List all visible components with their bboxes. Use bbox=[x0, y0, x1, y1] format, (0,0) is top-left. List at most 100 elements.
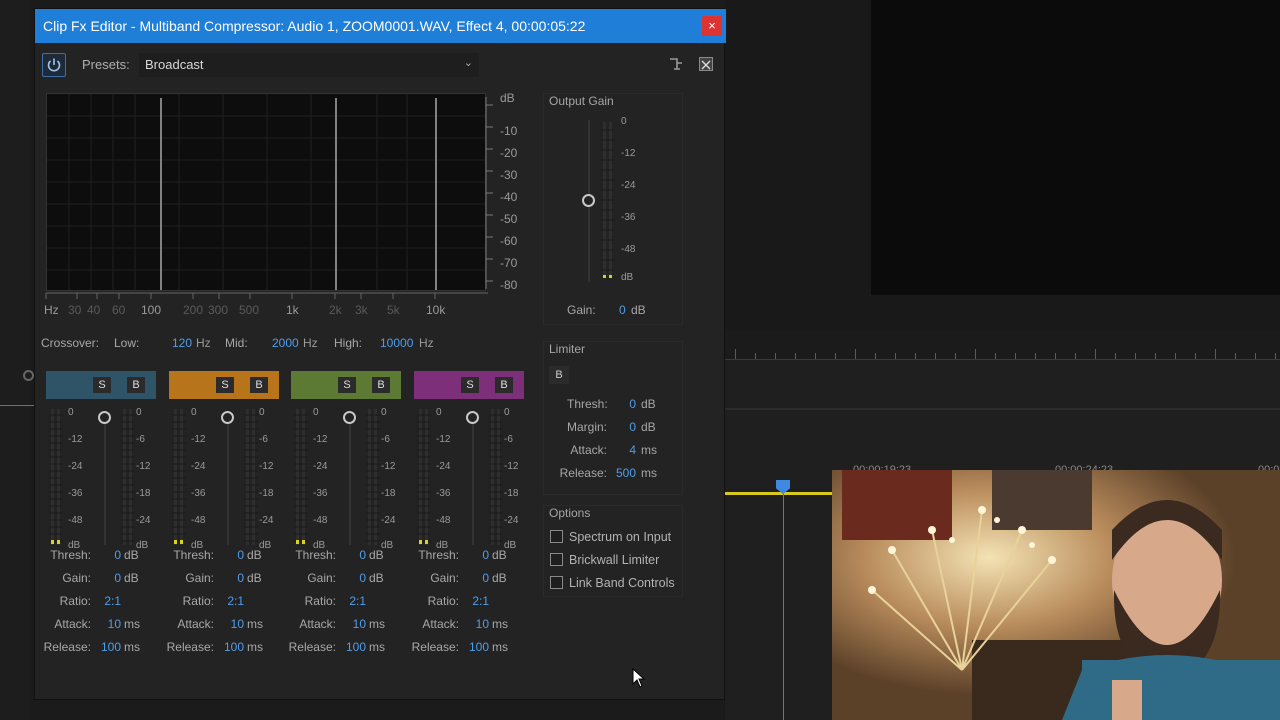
crossover-mid-value[interactable]: 2000 bbox=[272, 336, 299, 350]
presets-dropdown[interactable]: Broadcast ⌄ bbox=[139, 53, 479, 77]
db-label: -50 bbox=[500, 212, 518, 226]
freq-label: 2k bbox=[329, 303, 342, 317]
checkbox-icon[interactable] bbox=[550, 530, 563, 543]
meter-scale-label: 0 bbox=[259, 407, 265, 418]
meter-scale-label: -18 bbox=[504, 488, 519, 499]
limiter-thresh-value[interactable]: 0 bbox=[626, 397, 636, 411]
meter-scale-label: -24 bbox=[136, 515, 151, 526]
spectrum-db-scale: dB -10 -20 -30 -40 -50 -60 -70 -80 bbox=[483, 91, 523, 293]
ruler-tick bbox=[895, 353, 896, 359]
param-value[interactable]: 100 bbox=[344, 640, 366, 654]
checkbox-icon[interactable] bbox=[550, 553, 563, 566]
band-solo-button[interactable]: S bbox=[338, 377, 356, 393]
output-gain-value[interactable]: 0 bbox=[619, 303, 626, 317]
freq-label: 60 bbox=[112, 303, 126, 317]
threshold-slider-track[interactable] bbox=[472, 411, 474, 545]
ruler-tick bbox=[1215, 349, 1216, 359]
keyframe-toggle-icon[interactable] bbox=[23, 370, 34, 381]
background-panel-left bbox=[0, 0, 30, 720]
param-value[interactable]: 10 bbox=[344, 617, 366, 631]
band-param-attack: Attack: 10 ms bbox=[158, 617, 288, 631]
param-value[interactable]: 0 bbox=[344, 571, 366, 585]
param-label: Release: bbox=[166, 640, 214, 654]
band-bypass-button[interactable]: B bbox=[250, 377, 268, 393]
meter-scale-label: -12 bbox=[381, 461, 396, 472]
band-solo-button[interactable]: S bbox=[216, 377, 234, 393]
param-value[interactable]: 0 bbox=[222, 571, 244, 585]
dialog-titlebar[interactable]: Clip Fx Editor - Multiband Compressor: A… bbox=[35, 9, 726, 43]
param-value[interactable]: 0 bbox=[222, 548, 244, 562]
param-value[interactable]: 2:1 bbox=[222, 594, 244, 608]
limiter-margin-value[interactable]: 0 bbox=[626, 420, 636, 434]
power-toggle-button[interactable] bbox=[42, 53, 66, 77]
frequency-spectrum-graph[interactable] bbox=[46, 93, 486, 291]
output-scale-label: dB bbox=[621, 272, 634, 283]
band-param-thresh: Thresh: 0 dB bbox=[280, 548, 410, 562]
freq-label: 30 bbox=[68, 303, 82, 317]
param-value[interactable]: 0 bbox=[467, 571, 489, 585]
crossover-high-value[interactable]: 10000 bbox=[380, 336, 413, 350]
freq-label: 200 bbox=[183, 303, 204, 317]
limiter-bypass-button[interactable]: B bbox=[549, 366, 569, 384]
limiter-release-value[interactable]: 500 bbox=[615, 466, 636, 480]
threshold-slider-knob[interactable] bbox=[466, 411, 479, 424]
param-label: Thresh: bbox=[295, 548, 336, 562]
band-bypass-button[interactable]: B bbox=[495, 377, 513, 393]
playhead-line[interactable] bbox=[783, 492, 784, 720]
param-value[interactable]: 100 bbox=[222, 640, 244, 654]
band-solo-button[interactable]: S bbox=[93, 377, 111, 393]
param-label: Gain: bbox=[430, 571, 459, 585]
param-unit: dB bbox=[492, 571, 507, 585]
meter-scale-label: -24 bbox=[68, 461, 83, 472]
work-area-bar[interactable] bbox=[725, 492, 835, 495]
options-title: Options bbox=[549, 506, 591, 520]
routing-icon[interactable] bbox=[667, 55, 685, 73]
link-band-controls-checkbox[interactable]: Link Band Controls bbox=[550, 576, 675, 590]
param-label: Attack: bbox=[54, 617, 91, 631]
meter-scale-label: 0 bbox=[191, 407, 197, 418]
output-gain-slider-knob[interactable] bbox=[582, 194, 595, 207]
param-value[interactable]: 0 bbox=[99, 548, 121, 562]
param-value[interactable]: 100 bbox=[99, 640, 121, 654]
output-gain-title: Output Gain bbox=[549, 94, 614, 108]
band-solo-button[interactable]: S bbox=[461, 377, 479, 393]
checkbox-icon[interactable] bbox=[550, 576, 563, 589]
output-scale-label: -12 bbox=[621, 148, 636, 159]
param-value[interactable]: 2:1 bbox=[99, 594, 121, 608]
param-value[interactable]: 0 bbox=[467, 548, 489, 562]
remove-effect-icon[interactable] bbox=[699, 57, 713, 71]
band-param-ratio: Ratio: 2:1 bbox=[403, 594, 533, 608]
threshold-slider-track[interactable] bbox=[104, 411, 106, 545]
brickwall-limiter-checkbox[interactable]: Brickwall Limiter bbox=[550, 553, 659, 567]
db-label: -70 bbox=[500, 256, 518, 270]
param-value[interactable]: 10 bbox=[99, 617, 121, 631]
param-value[interactable]: 0 bbox=[344, 548, 366, 562]
timeline-ruler[interactable] bbox=[725, 338, 1280, 360]
spectrum-on-input-checkbox[interactable]: Spectrum on Input bbox=[550, 530, 671, 544]
threshold-slider-knob[interactable] bbox=[98, 411, 111, 424]
band-param-attack: Attack: 10 ms bbox=[35, 617, 165, 631]
param-value[interactable]: 100 bbox=[467, 640, 489, 654]
crossover-label: Crossover: bbox=[41, 336, 100, 350]
threshold-slider-track[interactable] bbox=[349, 411, 351, 545]
param-value[interactable]: 0 bbox=[99, 571, 121, 585]
param-value[interactable]: 2:1 bbox=[344, 594, 366, 608]
limiter-attack-value[interactable]: 4 bbox=[626, 443, 636, 457]
param-value[interactable]: 10 bbox=[467, 617, 489, 631]
option-label: Link Band Controls bbox=[569, 576, 675, 590]
close-button[interactable]: × bbox=[702, 16, 722, 36]
param-value[interactable]: 2:1 bbox=[467, 594, 489, 608]
param-value[interactable]: 10 bbox=[222, 617, 244, 631]
threshold-slider-knob[interactable] bbox=[343, 411, 356, 424]
crossover-low-value[interactable]: 120 bbox=[172, 336, 192, 350]
ruler-tick bbox=[1195, 353, 1196, 359]
crossover-low-unit: Hz bbox=[196, 336, 211, 350]
band-bypass-button[interactable]: B bbox=[127, 377, 145, 393]
threshold-slider-knob[interactable] bbox=[221, 411, 234, 424]
band-param-ratio: Ratio: 2:1 bbox=[158, 594, 288, 608]
band-param-thresh: Thresh: 0 dB bbox=[35, 548, 165, 562]
meter-scale-label: -12 bbox=[504, 461, 519, 472]
band-bypass-button[interactable]: B bbox=[372, 377, 390, 393]
threshold-slider-track[interactable] bbox=[227, 411, 229, 545]
crossover-row: Crossover: Low: 120 Hz Mid: 2000 Hz High… bbox=[41, 336, 481, 354]
